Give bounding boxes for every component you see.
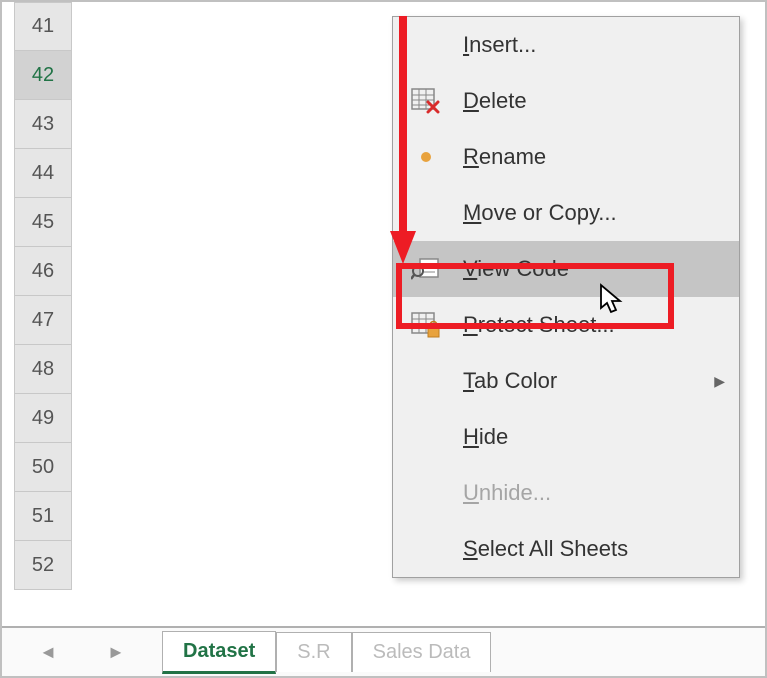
menu-unhide: Unhide... <box>393 465 739 521</box>
blank-icon <box>407 422 445 452</box>
view-code-icon <box>407 254 445 284</box>
sheet-tab-active[interactable]: Dataset <box>162 631 276 674</box>
menu-hide[interactable]: Hide <box>393 409 739 465</box>
menu-delete[interactable]: Delete <box>393 73 739 129</box>
row-header[interactable]: 49 <box>14 394 72 443</box>
row-header-selected[interactable]: 42 <box>14 51 72 100</box>
row-header[interactable]: 46 <box>14 247 72 296</box>
row-header[interactable]: 51 <box>14 492 72 541</box>
row-header[interactable]: 48 <box>14 345 72 394</box>
sheet-tab[interactable]: Sales Data <box>352 632 492 672</box>
blank-icon <box>407 534 445 564</box>
blank-icon <box>407 478 445 508</box>
menu-insert[interactable]: Insert... <box>393 17 739 73</box>
menu-view-code[interactable]: View Code <box>393 241 739 297</box>
protect-sheet-icon <box>407 310 445 340</box>
sheet-tabs-bar: ◄ ► Dataset S.R Sales Data <box>2 626 765 676</box>
menu-move-copy[interactable]: Move or Copy... <box>393 185 739 241</box>
menu-rename[interactable]: Rename <box>393 129 739 185</box>
blank-icon <box>407 30 445 60</box>
tab-nav-arrows[interactable]: ◄ ► <box>2 642 162 663</box>
row-header[interactable]: 43 <box>14 100 72 149</box>
menu-protect-sheet[interactable]: Protect Sheet... <box>393 297 739 353</box>
row-headers: 41 42 43 44 45 46 47 48 49 50 51 52 <box>14 2 72 590</box>
menu-select-all-sheets[interactable]: Select All Sheets <box>393 521 739 577</box>
nav-right-icon[interactable]: ► <box>107 642 125 663</box>
context-menu: Insert... Delete Rename Move or Copy... <box>392 16 740 578</box>
bullet-icon <box>407 142 445 172</box>
nav-left-icon[interactable]: ◄ <box>39 642 57 663</box>
delete-sheet-icon <box>407 86 445 116</box>
submenu-arrow-icon: ▶ <box>714 373 725 390</box>
blank-icon <box>407 366 445 396</box>
menu-tab-color[interactable]: Tab Color ▶ <box>393 353 739 409</box>
sheet-tab[interactable]: S.R <box>276 632 351 672</box>
row-header[interactable]: 41 <box>14 2 72 51</box>
blank-icon <box>407 198 445 228</box>
row-header[interactable]: 52 <box>14 541 72 590</box>
row-header[interactable]: 45 <box>14 198 72 247</box>
row-header[interactable]: 47 <box>14 296 72 345</box>
row-header[interactable]: 50 <box>14 443 72 492</box>
row-header[interactable]: 44 <box>14 149 72 198</box>
